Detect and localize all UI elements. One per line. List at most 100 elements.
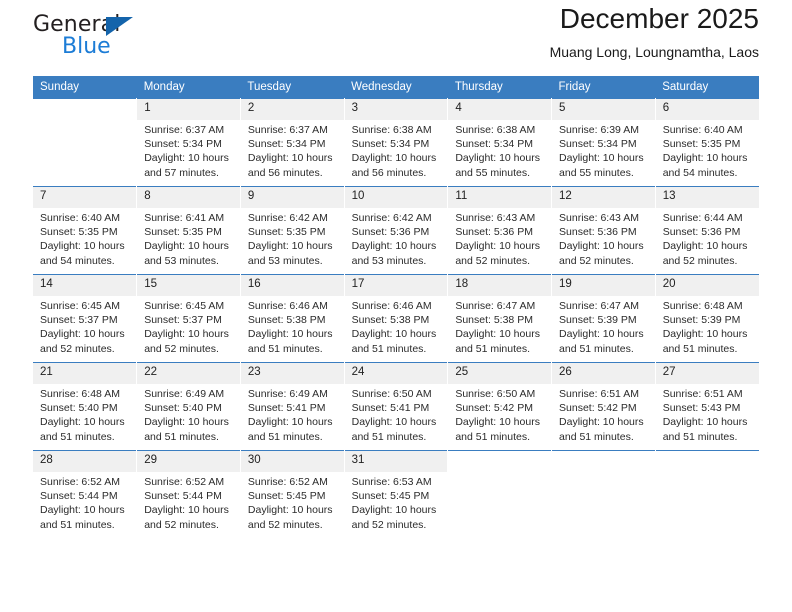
sunset-text: Sunset: 5:40 PM: [144, 402, 222, 415]
daylight-text-line2: and 51 minutes.: [559, 430, 634, 443]
day-number: 6: [655, 99, 759, 120]
calendar-day-cell[interactable]: 3 Sunrise: 6:38 AM Sunset: 5:34 PM Daylight…: [344, 98, 449, 187]
sunrise-text: Sunrise: 6:52 AM: [247, 476, 328, 488]
daylight-text-line1: Daylight: 10 hours: [662, 152, 748, 165]
day-number: 31: [344, 451, 448, 472]
sunset-text: Sunset: 5:34 PM: [144, 138, 222, 151]
page-subtitle: Muang Long, Loungnamtha, Laos: [549, 43, 759, 60]
sunrise-text: Sunrise: 6:37 AM: [247, 124, 328, 136]
calendar-day-cell[interactable]: 9 Sunrise: 6:42 AM Sunset: 5:35 PM Daylight…: [240, 186, 345, 275]
sunrise-text: Sunrise: 6:38 AM: [351, 124, 432, 136]
calendar-day-cell[interactable]: 8 Sunrise: 6:41 AM Sunset: 5:35 PM Daylight…: [136, 186, 241, 275]
day-number: 28: [33, 451, 137, 472]
daylight-text-line1: Daylight: 10 hours: [559, 240, 644, 253]
sunset-text: Sunset: 5:34 PM: [455, 138, 533, 151]
calendar-day-cell[interactable]: 25 Sunrise: 6:50 AM Sunset: 5:42 PM Dayligh…: [447, 362, 553, 451]
day-details: Sunrise: 6:40 AM Sunset: 5:35 PM Daylight:…: [33, 208, 136, 268]
sunrise-text: Sunrise: 6:40 AM: [662, 124, 743, 136]
calendar-day-cell[interactable]: 10 Sunrise: 6:42 AM Sunset: 5:36 PM Dayligh…: [344, 186, 449, 275]
daylight-text-line1: Daylight: 10 hours: [40, 416, 125, 429]
daylight-text-line2: and 56 minutes.: [247, 166, 323, 179]
sunrise-text: Sunrise: 6:53 AM: [351, 476, 432, 488]
calendar-day-cell[interactable]: 22 Sunrise: 6:49 AM Sunset: 5:40 PM Dayligh…: [136, 362, 241, 451]
calendar-day-cell[interactable]: 28 Sunrise: 6:52 AM Sunset: 5:44 PM Dayligh…: [33, 450, 138, 538]
daylight-text-line2: and 52 minutes.: [559, 254, 634, 267]
daylight-text-line2: and 55 minutes.: [559, 166, 634, 179]
day-details: Sunrise: 6:38 AM Sunset: 5:34 PM Daylight:…: [448, 120, 551, 180]
sunset-text: Sunset: 5:35 PM: [40, 226, 118, 239]
calendar-day-cell[interactable]: 18 Sunrise: 6:47 AM Sunset: 5:38 PM Dayligh…: [447, 274, 553, 363]
sunrise-text: Sunrise: 6:43 AM: [559, 212, 639, 224]
day-details: Sunrise: 6:41 AM Sunset: 5:35 PM Daylight:…: [137, 208, 240, 268]
calendar-day-cell[interactable]: 6 Sunrise: 6:40 AM Sunset: 5:35 PM Daylight…: [655, 98, 759, 187]
calendar-day-cell[interactable]: 17 Sunrise: 6:46 AM Sunset: 5:38 PM Dayligh…: [344, 274, 449, 363]
calendar-day-cell[interactable]: 14 Sunrise: 6:45 AM Sunset: 5:37 PM Dayligh…: [33, 274, 138, 363]
calendar-day-cell[interactable]: 15 Sunrise: 6:45 AM Sunset: 5:37 PM Dayligh…: [136, 274, 241, 363]
calendar-day-cell[interactable]: 5 Sunrise: 6:39 AM Sunset: 5:34 PM Daylight…: [551, 98, 656, 187]
day-number: 13: [655, 187, 759, 208]
daylight-text-line2: and 53 minutes.: [351, 254, 427, 267]
calendar-day-cell[interactable]: 29 Sunrise: 6:52 AM Sunset: 5:44 PM Dayligh…: [136, 450, 241, 538]
daylight-text-line2: and 51 minutes.: [40, 430, 115, 443]
weekday-header-friday: Friday: [551, 76, 656, 99]
sunset-text: Sunset: 5:36 PM: [662, 226, 741, 239]
sunset-text: Sunset: 5:36 PM: [351, 226, 430, 239]
calendar-day-cell[interactable]: 16 Sunrise: 6:46 AM Sunset: 5:38 PM Dayligh…: [240, 274, 345, 363]
day-details: Sunrise: 6:45 AM Sunset: 5:37 PM Daylight:…: [33, 296, 136, 356]
calendar-week-row: 1 Sunrise: 6:37 AM Sunset: 5:34 PM Daylight…: [33, 98, 759, 187]
daylight-text-line1: Daylight: 10 hours: [662, 328, 748, 341]
sunset-text: Sunset: 5:42 PM: [455, 402, 533, 415]
day-number: 16: [240, 275, 344, 296]
day-details: Sunrise: 6:45 AM Sunset: 5:37 PM Daylight:…: [137, 296, 240, 356]
calendar-body: 1 Sunrise: 6:37 AM Sunset: 5:34 PM Daylight…: [33, 98, 759, 538]
calendar-day-cell[interactable]: 4 Sunrise: 6:38 AM Sunset: 5:34 PM Daylight…: [447, 98, 553, 187]
sunset-text: Sunset: 5:40 PM: [40, 402, 118, 415]
sunset-text: Sunset: 5:38 PM: [455, 314, 533, 327]
day-number: 21: [33, 363, 137, 384]
title-block: December 2025 Muang Long, Loungnamtha, L…: [550, 0, 759, 60]
calendar-day-cell[interactable]: 1 Sunrise: 6:37 AM Sunset: 5:34 PM Daylight…: [136, 98, 241, 187]
sunset-text: Sunset: 5:38 PM: [351, 314, 430, 327]
sunrise-text: Sunrise: 6:46 AM: [247, 300, 328, 312]
sunset-text: Sunset: 5:45 PM: [247, 490, 326, 503]
daylight-text-line1: Daylight: 10 hours: [351, 152, 437, 165]
calendar-day-cell[interactable]: 21 Sunrise: 6:48 AM Sunset: 5:40 PM Dayligh…: [33, 362, 138, 451]
calendar-day-cell[interactable]: 2 Sunrise: 6:37 AM Sunset: 5:34 PM Daylight…: [240, 98, 345, 187]
calendar-day-cell[interactable]: 23 Sunrise: 6:49 AM Sunset: 5:41 PM Dayligh…: [240, 362, 345, 451]
calendar-day-cell[interactable]: 27 Sunrise: 6:51 AM Sunset: 5:43 PM Dayligh…: [655, 362, 759, 451]
day-details: Sunrise: 6:52 AM Sunset: 5:45 PM Daylight:…: [241, 472, 344, 532]
weekday-header-saturday: Saturday: [655, 76, 759, 99]
day-number: 22: [137, 363, 240, 384]
general-blue-logo[interactable]: General Blue: [33, 12, 213, 68]
calendar-day-cell[interactable]: 20 Sunrise: 6:48 AM Sunset: 5:39 PM Dayligh…: [655, 274, 759, 363]
calendar-day-cell[interactable]: 30 Sunrise: 6:52 AM Sunset: 5:45 PM Dayligh…: [240, 450, 345, 538]
daylight-text-line1: Daylight: 10 hours: [144, 504, 229, 517]
calendar-day-cell[interactable]: 11 Sunrise: 6:43 AM Sunset: 5:36 PM Dayligh…: [447, 186, 553, 275]
calendar-day-cell[interactable]: 24 Sunrise: 6:50 AM Sunset: 5:41 PM Dayligh…: [344, 362, 449, 451]
day-number: 5: [552, 99, 655, 120]
day-details: Sunrise: 6:48 AM Sunset: 5:39 PM Daylight:…: [656, 296, 759, 356]
calendar-day-cell[interactable]: 7 Sunrise: 6:40 AM Sunset: 5:35 PM Daylight…: [33, 186, 138, 275]
daylight-text-line2: and 56 minutes.: [351, 166, 427, 179]
sunrise-text: Sunrise: 6:48 AM: [40, 388, 120, 400]
calendar-day-cell[interactable]: 26 Sunrise: 6:51 AM Sunset: 5:42 PM Dayligh…: [551, 362, 656, 451]
daylight-text-line2: and 54 minutes.: [40, 254, 115, 267]
day-number: 14: [33, 275, 137, 296]
day-details: Sunrise: 6:37 AM Sunset: 5:34 PM Daylight:…: [137, 120, 240, 180]
sunset-text: Sunset: 5:36 PM: [559, 226, 637, 239]
daylight-text-line2: and 51 minutes.: [662, 430, 738, 443]
sunset-text: Sunset: 5:36 PM: [455, 226, 533, 239]
calendar-day-cell[interactable]: 12 Sunrise: 6:43 AM Sunset: 5:36 PM Dayligh…: [551, 186, 656, 275]
calendar-day-cell[interactable]: 19 Sunrise: 6:47 AM Sunset: 5:39 PM Dayligh…: [551, 274, 656, 363]
sunset-text: Sunset: 5:37 PM: [40, 314, 118, 327]
calendar-day-cell[interactable]: 13 Sunrise: 6:44 AM Sunset: 5:36 PM Dayligh…: [655, 186, 759, 275]
sunrise-text: Sunrise: 6:38 AM: [455, 124, 536, 136]
daylight-text-line2: and 53 minutes.: [144, 254, 219, 267]
daylight-text-line1: Daylight: 10 hours: [247, 416, 333, 429]
calendar-day-cell[interactable]: 31 Sunrise: 6:53 AM Sunset: 5:45 PM Dayligh…: [344, 450, 449, 538]
day-number: 7: [33, 187, 137, 208]
daylight-text-line2: and 52 minutes.: [662, 254, 738, 267]
sunrise-text: Sunrise: 6:41 AM: [144, 212, 225, 224]
day-details: Sunrise: 6:47 AM Sunset: 5:39 PM Daylight:…: [552, 296, 655, 356]
daylight-text-line1: Daylight: 10 hours: [351, 416, 437, 429]
